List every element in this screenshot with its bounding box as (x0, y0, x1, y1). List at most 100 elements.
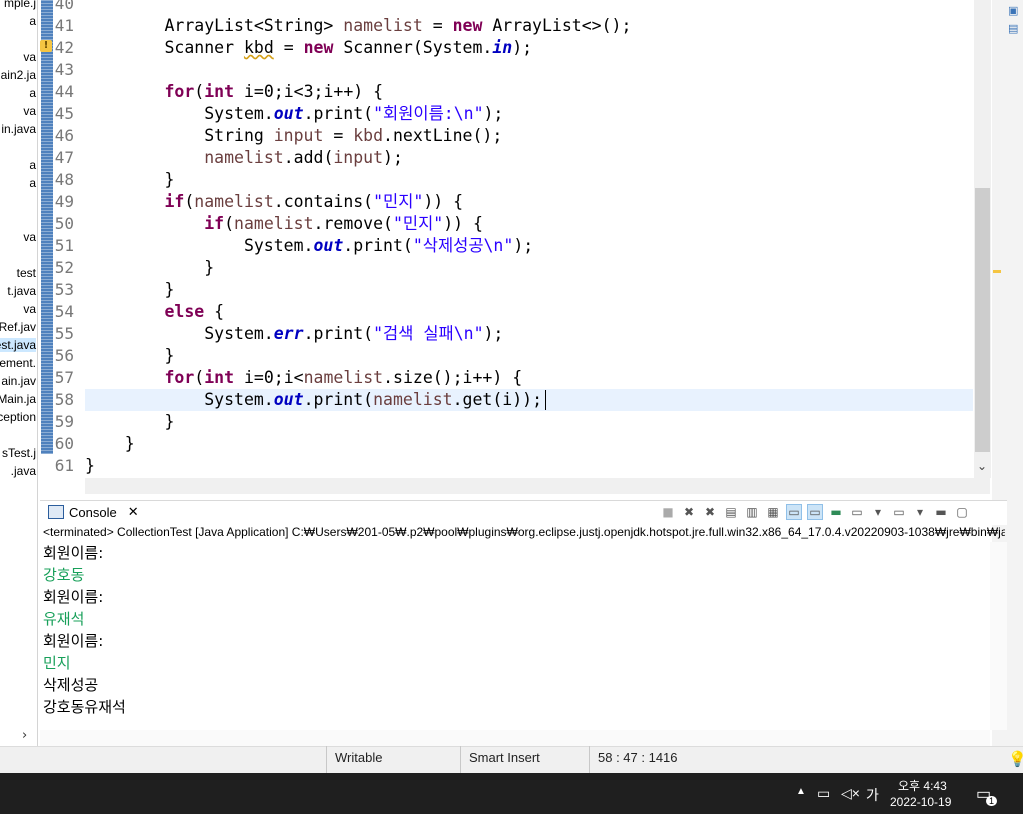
code-line[interactable]: namelist.add(input); (85, 147, 403, 169)
code-line[interactable]: else { (85, 301, 224, 323)
line-number: 57 (54, 368, 74, 387)
code-token: } (85, 456, 95, 475)
minimize-icon[interactable]: ▬ (933, 504, 949, 520)
package-explorer[interactable]: mple.j a va ain2.ja a va in.java a a va test t.java… (0, 0, 38, 746)
code-token: input (273, 126, 324, 145)
code-line[interactable]: if(namelist.contains("민지")) { (85, 191, 463, 213)
line-number: 61 (54, 456, 74, 475)
code-token: out (273, 390, 304, 409)
explorer-item[interactable]: a (29, 158, 36, 172)
explorer-item[interactable]: mple.j (4, 0, 36, 10)
scroll-down-icon[interactable]: ⌄ (977, 459, 987, 473)
code-line[interactable]: System.out.print(namelist.get(i)); (85, 389, 542, 411)
code-token: namelist (234, 214, 314, 233)
console-horizontal-scrollbar[interactable] (40, 730, 990, 746)
explorer-item[interactable]: .java (11, 464, 36, 478)
tab-console[interactable]: Console ✕ (42, 501, 145, 523)
clear-console-icon[interactable]: ▤ (723, 504, 739, 520)
clock-date[interactable]: 2022-10-19 (890, 795, 951, 809)
code-line[interactable]: for(int i=0;i<3;i++) { (85, 81, 383, 103)
code-line[interactable]: } (85, 169, 174, 191)
line-number: 51 (54, 236, 74, 255)
code-token: for (164, 82, 195, 101)
status-cursor-position[interactable]: 58 : 47 : 1416 (589, 746, 698, 773)
editor-horizontal-scrollbar[interactable] (85, 478, 990, 494)
volume-muted-icon[interactable]: ◁× (841, 785, 860, 802)
dropdown-icon[interactable]: ▾ (870, 504, 886, 520)
code-line[interactable]: for(int i=0;i<namelist.size();i++) { (85, 367, 522, 389)
code-line[interactable]: String input = kbd.nextLine(); (85, 125, 502, 147)
open-console-icon[interactable]: ▭ (891, 504, 907, 520)
code-line[interactable]: System.out.print("회원이름:\n"); (85, 103, 503, 125)
console-output[interactable] (40, 542, 990, 728)
explorer-item[interactable]: va (23, 230, 36, 244)
maximize-icon[interactable]: ▢ (954, 504, 970, 520)
explorer-item[interactable]: ain2.ja (1, 68, 36, 82)
show-hidden-icons-icon[interactable]: ▲ (796, 786, 806, 797)
code-line[interactable]: } (85, 257, 214, 279)
code-token: kbd (353, 126, 384, 145)
explorer-item[interactable]: ception (0, 410, 36, 424)
display-console-icon[interactable]: ▭ (849, 504, 865, 520)
explorer-item[interactable]: va (23, 104, 36, 118)
status-insert-mode[interactable]: Smart Insert (460, 746, 589, 773)
code-token: )) { (423, 192, 464, 211)
explorer-item[interactable]: a (29, 14, 36, 28)
maximize-view-icon[interactable]: ▤ (1008, 20, 1018, 38)
code-line[interactable]: } (85, 411, 174, 433)
remove-all-terminated-icon[interactable]: ✖ (702, 504, 718, 520)
code-token: i=0;i<3;i++) { (234, 82, 384, 101)
show-on-stdout-icon[interactable]: ▭ (786, 504, 802, 520)
code-line[interactable]: } (85, 279, 174, 301)
word-wrap-icon[interactable]: ▦ (765, 504, 781, 520)
explorer-item[interactable]: sTest.j (2, 446, 36, 460)
terminate-icon[interactable]: ■ (660, 504, 676, 520)
explorer-item[interactable]: t.java (7, 284, 36, 298)
console-output-line: 회원이름: (43, 544, 104, 562)
code-token: ); (512, 38, 533, 57)
explorer-item[interactable]: test (17, 266, 36, 280)
explorer-item[interactable]: ement. (0, 356, 36, 370)
console-vertical-scrollbar[interactable] (990, 542, 1007, 730)
lightbulb-icon[interactable]: 💡 (1008, 750, 1023, 768)
explorer-item[interactable]: ain.jav (1, 374, 36, 388)
code-token: .print( (303, 104, 374, 123)
explorer-item[interactable]: a (29, 176, 36, 190)
code-token: ( (184, 192, 195, 211)
ime-indicator[interactable]: 가 (866, 785, 879, 805)
explorer-item[interactable]: va (23, 302, 36, 316)
line-number: 41 (54, 16, 74, 35)
explorer-item[interactable]: est.java (0, 338, 36, 352)
code-line[interactable]: } (85, 433, 135, 455)
network-icon[interactable]: ▭ (817, 785, 830, 802)
show-on-stderr-icon[interactable]: ▭ (807, 504, 823, 520)
restore-view-icon[interactable]: ▣ (1008, 2, 1018, 20)
explorer-scroll-right-icon[interactable]: › (22, 728, 27, 743)
explorer-item[interactable]: va (23, 50, 36, 64)
explorer-item[interactable]: a (29, 86, 36, 100)
warning-icon[interactable]: ! (40, 40, 52, 52)
overview-warning-marker[interactable] (993, 270, 1001, 273)
view-menu-icon[interactable]: ▾ (912, 504, 928, 520)
scroll-lock-icon[interactable]: ▥ (744, 504, 760, 520)
code-token: } (85, 434, 135, 453)
remove-launch-icon[interactable]: ✖ (681, 504, 697, 520)
code-token: } (85, 346, 175, 365)
explorer-item[interactable]: in.java (1, 122, 36, 136)
clock-time[interactable]: 오후 4:43 (898, 777, 947, 794)
explorer-item[interactable]: Main.ja (0, 392, 36, 406)
code-line[interactable]: ArrayList<String> namelist = new ArrayLi… (85, 15, 631, 37)
code-token: ArrayList<>(); (482, 16, 632, 35)
code-line[interactable]: } (85, 455, 95, 477)
code-line[interactable]: System.out.print("삭제성공\n"); (85, 235, 533, 257)
close-icon[interactable]: ✕ (128, 504, 139, 520)
editor-scroll-thumb[interactable] (975, 188, 990, 452)
code-line[interactable]: } (85, 345, 174, 367)
code-line[interactable]: System.err.print("검색 실패\n"); (85, 323, 503, 345)
pin-console-icon[interactable]: ▬ (828, 504, 844, 520)
code-token: int (204, 82, 235, 101)
explorer-item[interactable]: Ref.jav (0, 320, 36, 334)
code-line[interactable]: Scanner kbd = new Scanner(System.in); (85, 37, 532, 59)
code-line[interactable]: if(namelist.remove("민지")) { (85, 213, 483, 235)
